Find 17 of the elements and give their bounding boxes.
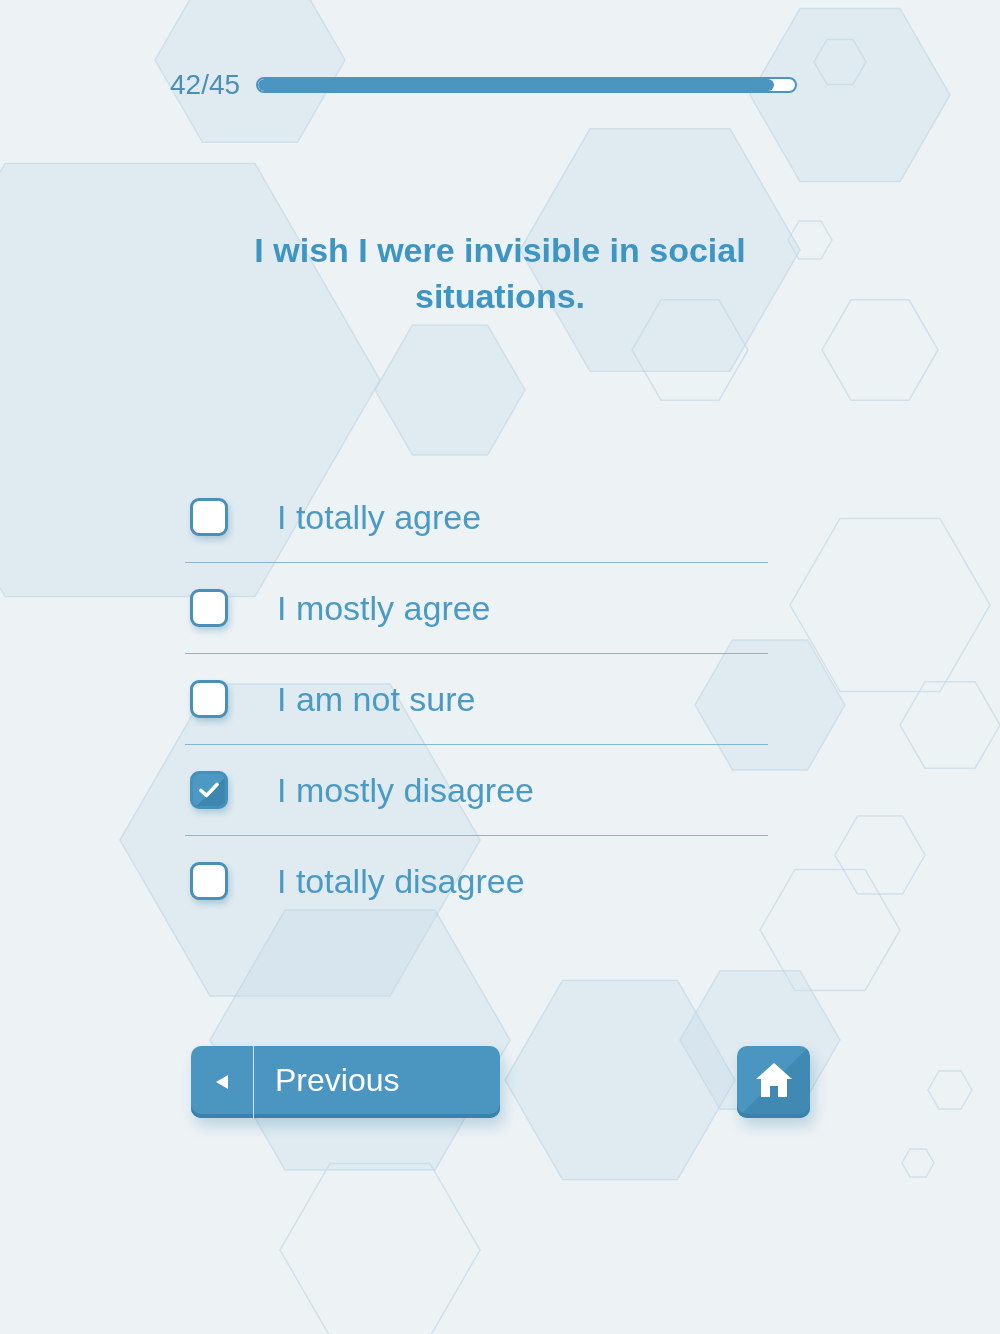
checkbox[interactable] [190,771,228,809]
home-icon [755,1063,792,1097]
checkbox[interactable] [190,589,228,627]
option-label: I mostly agree [277,588,491,629]
option-label: I am not sure [277,679,476,720]
progress-counter: 42/45 [170,68,241,102]
option-label: I mostly disagree [277,770,534,811]
checkbox[interactable] [190,498,228,536]
previous-button[interactable]: Previous [191,1046,500,1118]
option-label: I totally disagree [277,861,525,902]
question-text: I wish I were invisible in social situations. [253,230,747,317]
home-button[interactable] [737,1046,810,1118]
checkbox[interactable] [190,680,228,718]
checkbox[interactable] [190,862,228,900]
caret-icon [216,1075,228,1089]
check-icon [199,782,219,798]
option-label: I totally agree [277,497,482,538]
